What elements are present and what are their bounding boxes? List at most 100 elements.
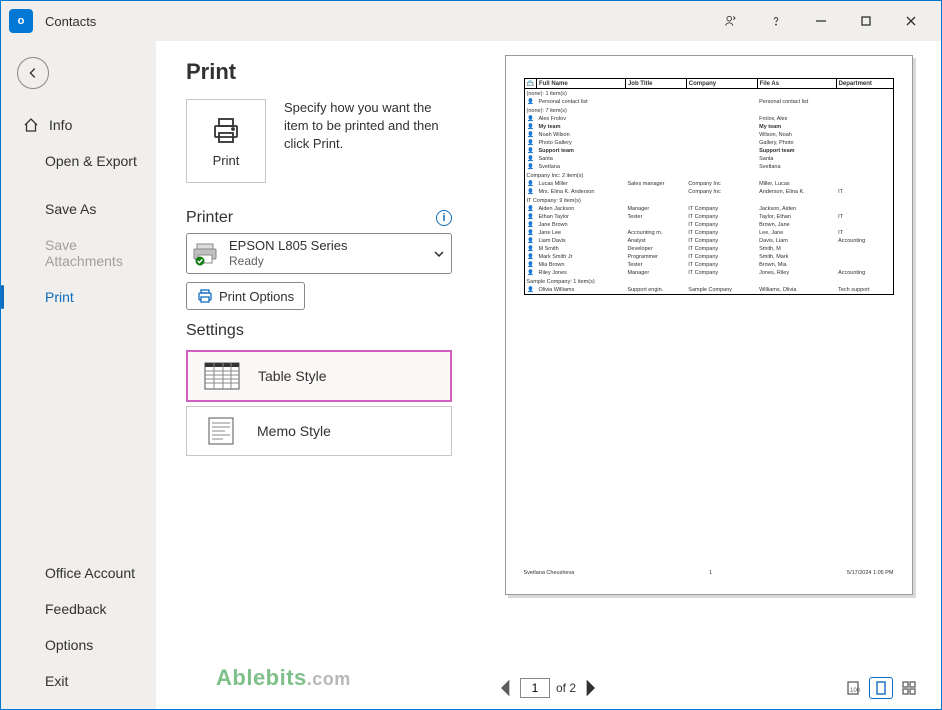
- group-header: Company Inc: 2 item(s): [524, 171, 893, 180]
- watermark: Ablebits.com: [186, 665, 452, 697]
- nav-office-account[interactable]: Office Account: [1, 555, 156, 591]
- table-row: 👤SantaSanta: [524, 155, 893, 163]
- backstage-sidebar: Info Open & Export Save As Save Attachme…: [1, 41, 156, 709]
- group-header: IT Company: 9 item(s): [524, 196, 893, 205]
- table-row: 👤Mia BrownTesterIT CompanyBrown, Mia: [524, 261, 893, 269]
- nav-exit-label: Exit: [45, 673, 68, 689]
- outlook-icon: o: [9, 9, 33, 33]
- nav-print[interactable]: Print: [1, 279, 156, 315]
- table-row: 👤Jane LeeAccounting m.IT CompanyLee, Jan…: [524, 229, 893, 237]
- col-full-name: Full Name: [536, 79, 625, 89]
- nav-save-as[interactable]: Save As: [1, 191, 156, 227]
- printer-status-icon: [193, 242, 221, 266]
- memo-style-icon: [203, 417, 239, 445]
- home-icon: [23, 117, 39, 133]
- printer-dropdown[interactable]: EPSON L805 Series Ready: [186, 233, 452, 274]
- print-settings-panel: Print Print Specify how you want the ite…: [156, 41, 476, 709]
- watermark-brand: Ablebits: [216, 665, 307, 690]
- table-row: 👤M SmithDeveloperIT CompanySmith, M: [524, 245, 893, 253]
- nav-options-label: Options: [45, 637, 93, 653]
- print-button[interactable]: Print: [186, 99, 266, 183]
- settings-heading: Settings: [186, 322, 244, 340]
- pager-bar: of 2 100: [482, 671, 935, 705]
- col-company: Company: [686, 79, 757, 89]
- nav-open-export-label: Open & Export: [45, 153, 137, 169]
- table-row: 👤Alex FrolovFrolov, Alex: [524, 115, 893, 123]
- next-page-button[interactable]: [580, 678, 600, 698]
- footer-center: 1: [709, 570, 712, 576]
- nav-save-as-label: Save As: [45, 201, 96, 217]
- preview-page: 📇 Full Name Job Title Company File As De…: [505, 55, 913, 595]
- table-row: 👤Photo GalleryGallery, Photo: [524, 139, 893, 147]
- one-page-button[interactable]: [869, 677, 893, 699]
- table-row: 👤Aiden JacksonManagerIT CompanyJackson, …: [524, 205, 893, 213]
- table-row: 👤Personal contact listPersonal contact l…: [524, 98, 893, 106]
- col-file-as: File As: [757, 79, 836, 89]
- table-row: 👤SvetlanaSvetlana: [524, 163, 893, 171]
- table-row: 👤My teamMy team: [524, 123, 893, 131]
- table-row: 👤Mark Smith JrProgrammerIT CompanySmith,…: [524, 253, 893, 261]
- table-row: 👤Support teamSupport team: [524, 147, 893, 155]
- svg-text:100: 100: [850, 688, 861, 694]
- chevron-down-icon: [433, 248, 445, 260]
- preview-body: (none): 1 item(s)👤Personal contact listP…: [524, 89, 893, 295]
- actual-size-button[interactable]: 100: [841, 677, 865, 699]
- footer-right: 5/17/2024 1:05 PM: [847, 570, 893, 576]
- style-memo[interactable]: Memo Style: [186, 406, 452, 456]
- group-header: (none): 1 item(s): [524, 89, 893, 99]
- table-row: 👤Liam DavisAnalystIT CompanyDavis, LiamA…: [524, 237, 893, 245]
- nav-open-export[interactable]: Open & Export: [1, 143, 156, 179]
- print-preview-panel: 📇 Full Name Job Title Company File As De…: [476, 41, 941, 709]
- help-button[interactable]: [753, 6, 798, 36]
- page-title: Print: [186, 59, 452, 85]
- nav-save-attachments-label: Save Attachments: [45, 237, 142, 269]
- print-button-label: Print: [213, 153, 240, 168]
- maximize-button[interactable]: [843, 6, 888, 36]
- nav-print-label: Print: [45, 289, 74, 305]
- nav-info[interactable]: Info: [1, 107, 156, 143]
- footer-left: Svetlana Cheusheva: [524, 570, 575, 576]
- nav-feedback[interactable]: Feedback: [1, 591, 156, 627]
- preview-table: 📇 Full Name Job Title Company File As De…: [524, 78, 894, 295]
- page-input[interactable]: [520, 678, 550, 698]
- info-icon[interactable]: i: [436, 210, 452, 226]
- style-memo-label: Memo Style: [257, 423, 331, 439]
- nav-feedback-label: Feedback: [45, 601, 106, 617]
- table-row: 👤Olivia WilliamsSupport engin.Sample Com…: [524, 286, 893, 295]
- prev-page-button[interactable]: [496, 678, 516, 698]
- print-description: Specify how you want the item to be prin…: [284, 99, 452, 183]
- nav-save-attachments: Save Attachments: [1, 227, 156, 279]
- page-of-label: of 2: [556, 681, 576, 695]
- style-table[interactable]: Table Style: [186, 350, 452, 402]
- printer-name: EPSON L805 Series: [229, 238, 425, 254]
- col-department: Department: [836, 79, 893, 89]
- back-button[interactable]: [17, 57, 49, 89]
- titlebar: o Contacts: [1, 1, 941, 41]
- printer-heading: Printer: [186, 209, 233, 227]
- nav-options[interactable]: Options: [1, 627, 156, 663]
- nav-info-label: Info: [49, 117, 72, 133]
- multi-page-button[interactable]: [897, 677, 921, 699]
- preview-footer: Svetlana Cheusheva 1 5/17/2024 1:05 PM: [524, 566, 894, 576]
- table-row: 👤Riley JonesManagerIT CompanyJones, Rile…: [524, 269, 893, 277]
- minimize-button[interactable]: [798, 6, 843, 36]
- print-options-icon: [197, 288, 213, 304]
- nav-office-account-label: Office Account: [45, 565, 135, 581]
- printer-icon: [210, 115, 242, 147]
- print-options-label: Print Options: [219, 289, 294, 304]
- table-row: 👤Ethan TaylorTesterIT CompanyTaylor, Eth…: [524, 213, 893, 221]
- group-header: (none): 7 item(s): [524, 106, 893, 115]
- printer-status: Ready: [229, 254, 425, 269]
- table-row: 👤Mrs. Elina K. AndersonCompany IncAnders…: [524, 188, 893, 196]
- app-title: Contacts: [45, 14, 96, 29]
- table-row: 👤Jane BrownIT CompanyBrown, Jane: [524, 221, 893, 229]
- nav-exit[interactable]: Exit: [1, 663, 156, 699]
- print-options-button[interactable]: Print Options: [186, 282, 305, 310]
- style-table-label: Table Style: [258, 368, 326, 384]
- table-style-icon: [204, 362, 240, 390]
- coming-soon-icon[interactable]: [708, 6, 753, 36]
- table-row: 👤Noah WilsonWilson, Noah: [524, 131, 893, 139]
- close-button[interactable]: [888, 6, 933, 36]
- app-window: o Contacts Info Open & Ex: [0, 0, 942, 710]
- group-header: Sample Company: 1 item(s): [524, 277, 893, 286]
